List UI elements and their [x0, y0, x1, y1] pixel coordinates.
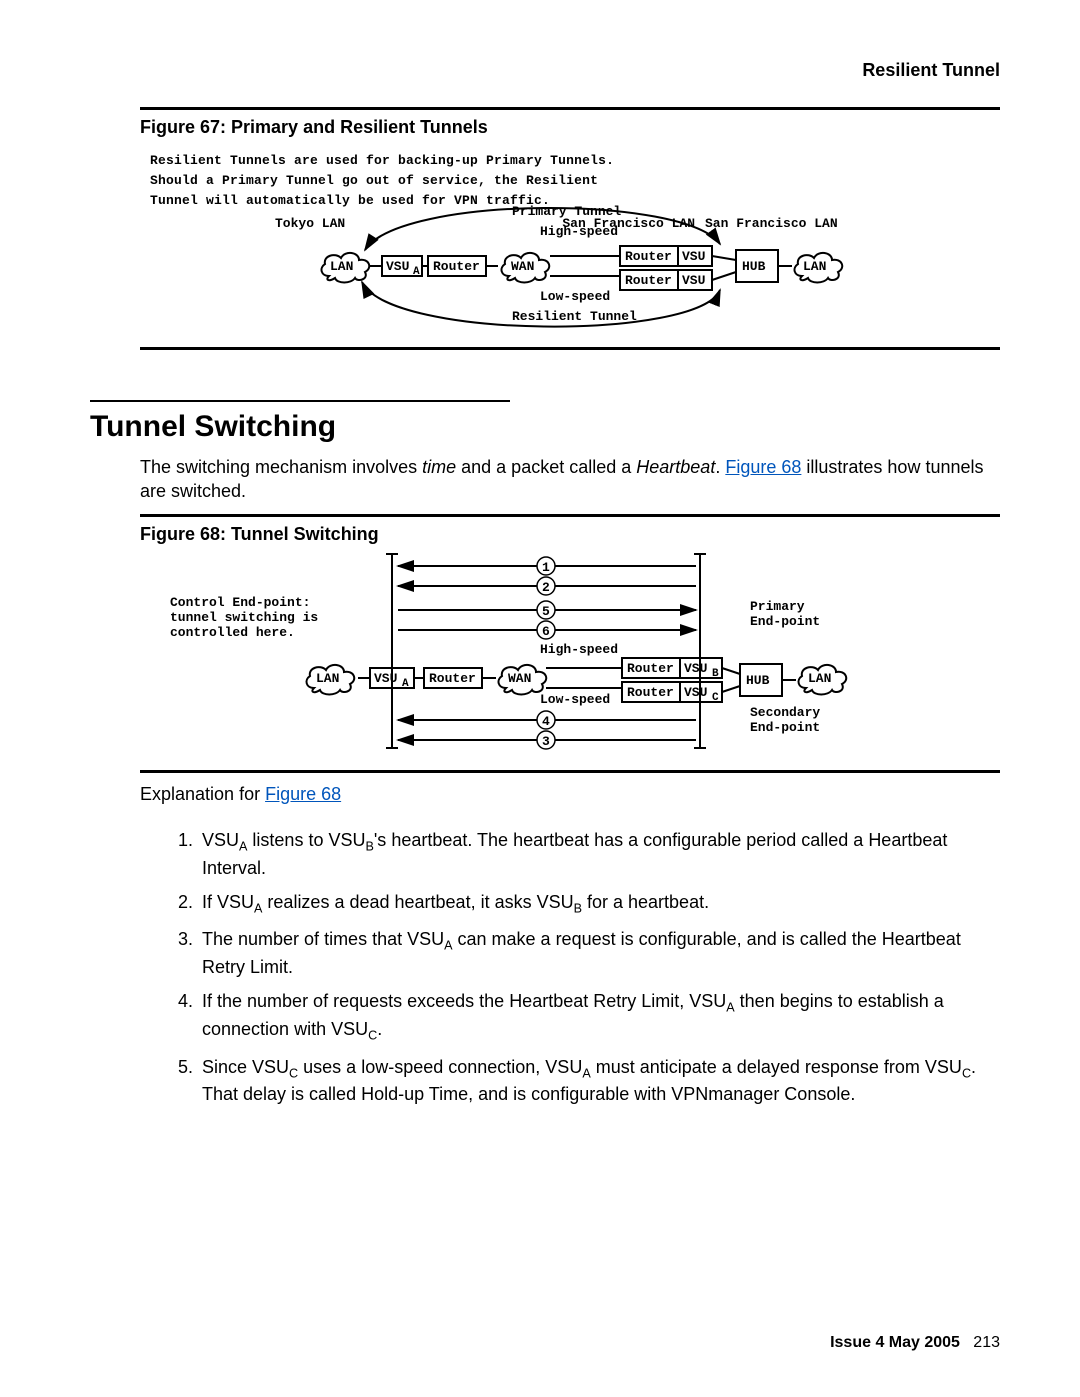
svg-text:5: 5 — [542, 604, 550, 619]
svg-text:LAN: LAN — [808, 671, 831, 686]
svg-text:Router: Router — [627, 685, 674, 700]
list-item: The number of times that VSUA can make a… — [198, 927, 1000, 979]
svg-text:End-point: End-point — [750, 720, 820, 735]
svg-text:VSU: VSU — [682, 249, 705, 264]
svg-text:LAN: LAN — [330, 259, 353, 274]
svg-text:WAN: WAN — [511, 259, 534, 274]
svg-text:A: A — [413, 266, 420, 278]
svg-text:6: 6 — [542, 624, 550, 639]
svg-text:End-point: End-point — [750, 614, 820, 629]
svg-text:VSU: VSU — [374, 671, 397, 686]
svg-text:Low-speed: Low-speed — [540, 289, 610, 304]
svg-text:VSU: VSU — [684, 685, 707, 700]
list-item: If the number of requests exceeds the He… — [198, 989, 1000, 1044]
svg-text:VSU: VSU — [684, 661, 707, 676]
svg-text:Router: Router — [625, 249, 672, 264]
svg-text:San Francisco LAN: San Francisco LAN — [705, 216, 838, 231]
svg-text:VSU: VSU — [386, 259, 409, 274]
explanation-list: VSUA listens to VSUB's heartbeat. The he… — [158, 828, 1000, 1116]
figure-67-diagram: Tokyo LAN San Francisco LAN San Francisc… — [140, 200, 1000, 340]
svg-text:High-speed: High-speed — [540, 224, 618, 239]
svg-text:tunnel switching is: tunnel switching is — [170, 610, 318, 625]
svg-text:LAN: LAN — [803, 259, 826, 274]
list-item: Since VSUC uses a low-speed connection, … — [198, 1055, 1000, 1107]
svg-text:Router: Router — [433, 259, 480, 274]
figure-68-caption: Figure 68: Tunnel Switching — [140, 524, 379, 545]
svg-text:A: A — [402, 678, 409, 690]
svg-text:Primary: Primary — [750, 599, 805, 614]
list-item: VSUA listens to VSUB's heartbeat. The he… — [198, 828, 1000, 880]
svg-text:C: C — [712, 692, 719, 704]
svg-text:Control End-point:: Control End-point: — [170, 595, 310, 610]
list-item: If VSUA realizes a dead heartbeat, it as… — [198, 890, 1000, 918]
svg-text:4: 4 — [542, 714, 550, 729]
section-heading: Tunnel Switching — [90, 410, 336, 444]
svg-text:Router: Router — [625, 273, 672, 288]
page-footer: Issue 4 May 2005 213 — [830, 1334, 1000, 1352]
figure-67-caption: Figure 67: Primary and Resilient Tunnels — [140, 117, 488, 138]
svg-text:2: 2 — [542, 580, 550, 595]
figure-68-link-2[interactable]: Figure 68 — [265, 784, 341, 804]
svg-text:High-speed: High-speed — [540, 642, 618, 657]
figure-68-link[interactable]: Figure 68 — [725, 457, 801, 477]
svg-text:B: B — [712, 668, 719, 680]
svg-text:Secondary: Secondary — [750, 705, 820, 720]
svg-text:VSU: VSU — [682, 273, 705, 288]
svg-text:Router: Router — [627, 661, 674, 676]
figure-68-diagram: Control End-point: tunnel switching is c… — [140, 548, 1000, 758]
svg-text:1: 1 — [542, 560, 550, 575]
svg-text:3: 3 — [542, 734, 550, 749]
page-header: Resilient Tunnel — [862, 60, 1000, 81]
svg-text:WAN: WAN — [508, 671, 531, 686]
svg-text:Low-speed: Low-speed — [540, 692, 610, 707]
svg-text:Router: Router — [429, 671, 476, 686]
svg-text:Primary Tunnel: Primary Tunnel — [512, 204, 621, 219]
svg-text:controlled here.: controlled here. — [170, 625, 295, 640]
explanation-label: Explanation for Figure 68 — [140, 782, 1000, 806]
svg-text:Tokyo LAN: Tokyo LAN — [275, 216, 345, 231]
svg-text:LAN: LAN — [316, 671, 339, 686]
svg-text:HUB: HUB — [742, 259, 766, 274]
svg-text:HUB: HUB — [746, 673, 770, 688]
svg-text:Resilient Tunnel: Resilient Tunnel — [512, 309, 637, 324]
intro-paragraph: The switching mechanism involves time an… — [140, 455, 1000, 504]
